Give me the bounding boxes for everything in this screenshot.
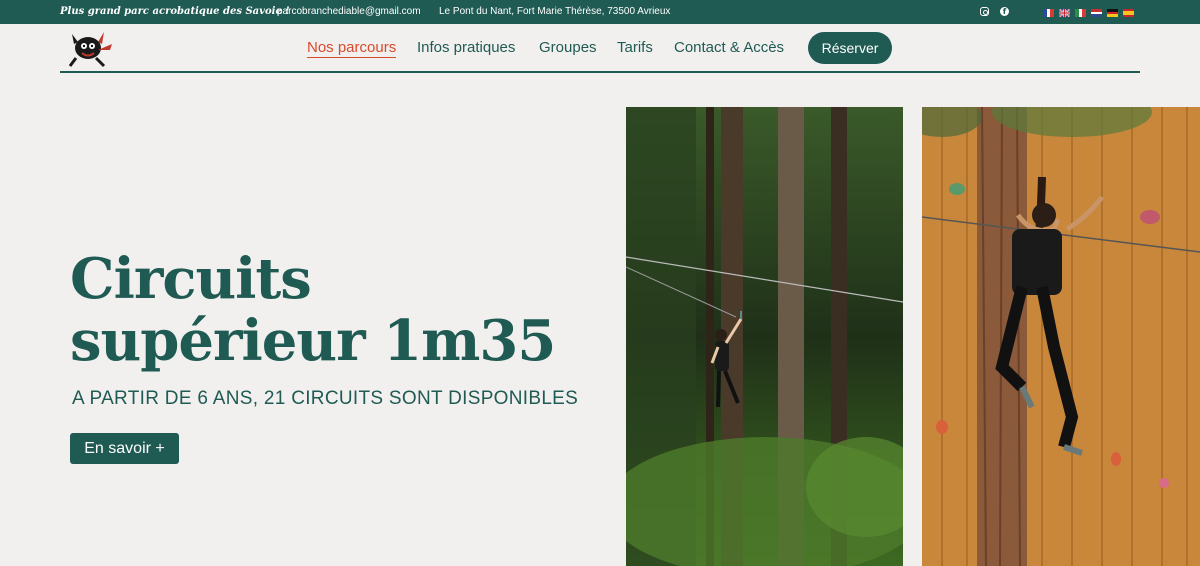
nav-nos-parcours[interactable]: Nos parcours: [307, 39, 397, 58]
flag-de-icon[interactable]: [1107, 9, 1118, 17]
header-divider: [60, 71, 1140, 73]
hero-title-line2: supérieur 1m35: [70, 308, 556, 374]
flag-nl-icon[interactable]: [1091, 9, 1102, 17]
nav-contact-acces[interactable]: Contact & Accès: [674, 39, 784, 56]
top-bar: Plus grand parc acrobatique des Savoie !…: [0, 0, 1200, 24]
instagram-icon[interactable]: [979, 6, 990, 17]
learn-more-button[interactable]: En savoir +: [70, 433, 179, 464]
tagline: Plus grand parc acrobatique des Savoie !: [60, 6, 290, 17]
flag-uk-icon[interactable]: [1059, 9, 1070, 17]
zipline-forest-photo: [626, 107, 903, 566]
nav-tarifs[interactable]: Tarifs: [617, 39, 653, 56]
flag-fr-icon[interactable]: [1043, 9, 1054, 17]
contact-address: Le Pont du Nant, Fort Marie Thérèse, 735…: [439, 6, 671, 17]
hero-title: Circuits supérieur 1m35: [70, 246, 556, 374]
facebook-icon[interactable]: f: [999, 6, 1010, 17]
flag-es-icon[interactable]: [1123, 9, 1134, 17]
hero-subtitle: A PARTIR DE 6 ANS, 21 CIRCUITS SONT DISP…: [72, 388, 579, 409]
nav-groupes[interactable]: Groupes: [539, 39, 597, 56]
flag-it-icon[interactable]: [1075, 9, 1086, 17]
logo[interactable]: [64, 28, 118, 68]
nav-infos-pratiques[interactable]: Infos pratiques: [417, 39, 515, 56]
contact-email[interactable]: parcobranchediable@gmail.com: [277, 6, 421, 17]
climbing-wall-photo: [922, 107, 1200, 566]
reserve-button[interactable]: Réserver: [808, 32, 892, 64]
language-selector: [1043, 9, 1134, 17]
hero-title-line1: Circuits: [70, 246, 312, 312]
